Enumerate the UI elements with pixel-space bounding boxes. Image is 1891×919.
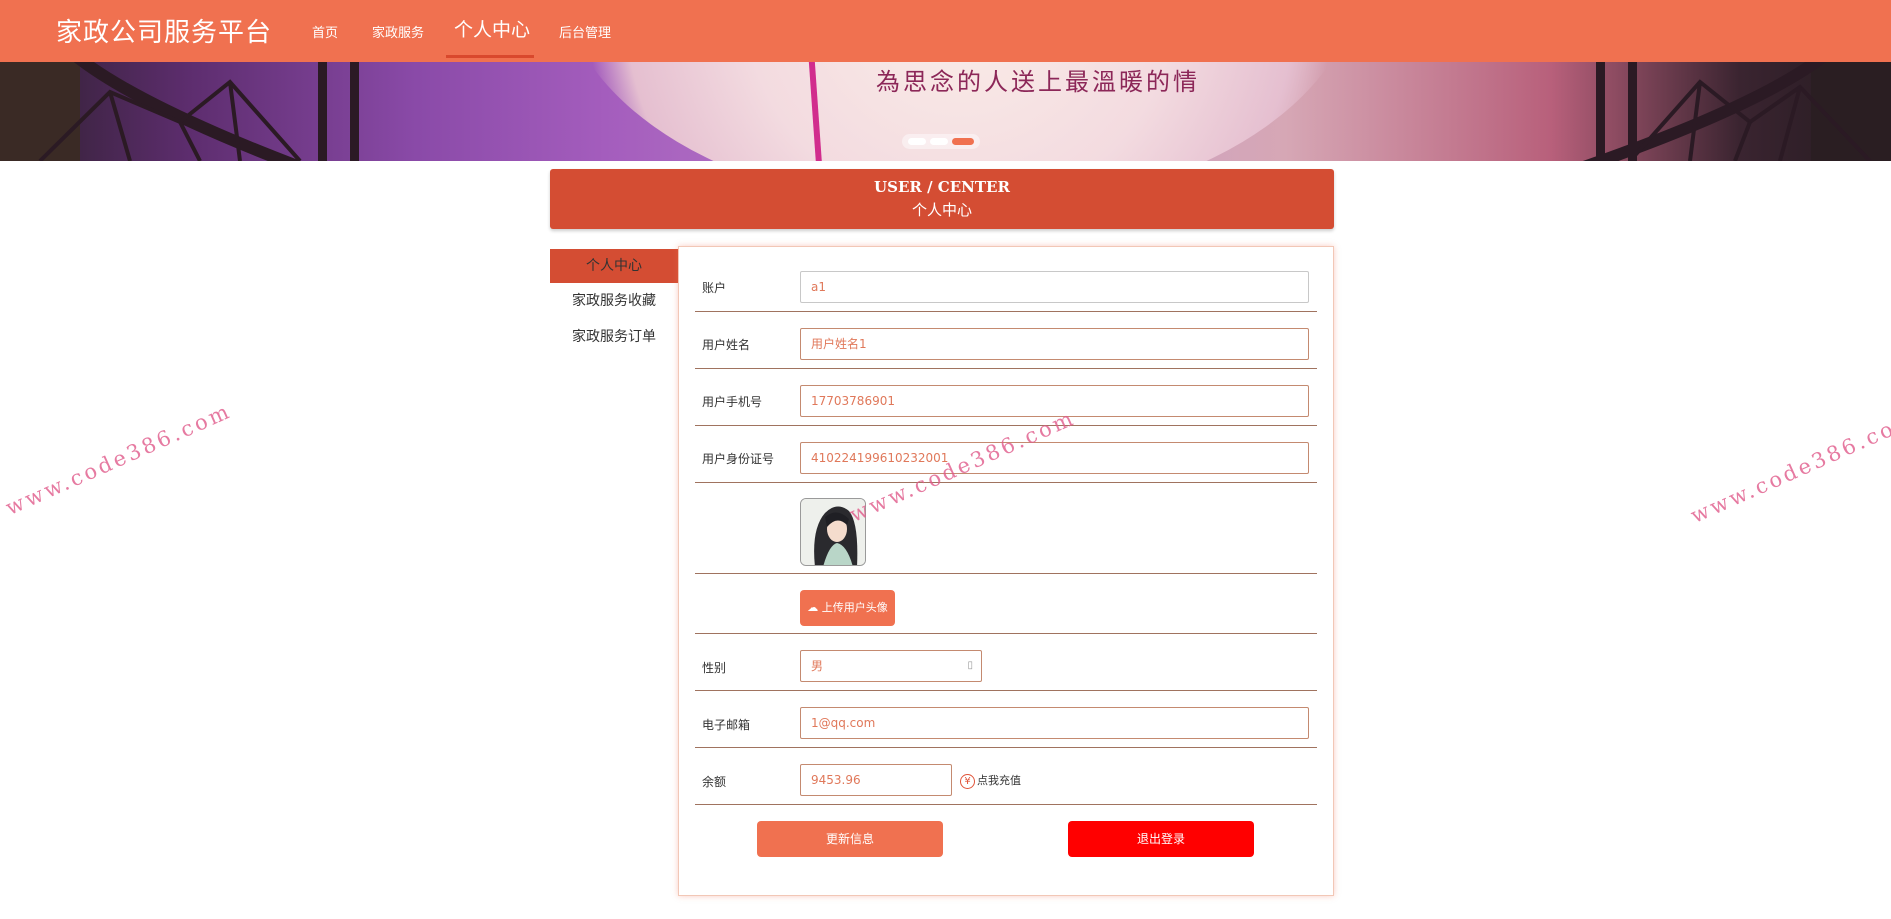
upload-avatar-button[interactable]: ☁ 上传用户头像 xyxy=(800,590,895,626)
row-divider xyxy=(695,311,1317,312)
banner-caption: 為思念的人送上最溫暖的情 xyxy=(876,68,1200,96)
row-divider xyxy=(695,633,1317,634)
top-navbar: 家政公司服务平台 首页 家政服务 个人中心 后台管理 xyxy=(0,0,1891,62)
sidebar-item-orders[interactable]: 家政服务订单 xyxy=(550,320,678,354)
row-divider xyxy=(695,368,1317,369)
row-divider xyxy=(695,425,1317,426)
sidebar-item-user-center[interactable]: 个人中心 xyxy=(550,249,678,283)
carousel-dot-1[interactable] xyxy=(908,138,926,145)
nav-services[interactable]: 家政服务 xyxy=(372,22,424,41)
carousel-dot-3[interactable] xyxy=(952,138,974,145)
row-divider xyxy=(695,690,1317,691)
row-divider xyxy=(695,573,1317,574)
carousel-dot-2[interactable] xyxy=(930,138,948,145)
recharge-link[interactable]: ¥ 点我充值 xyxy=(960,772,1021,789)
banner-window-left xyxy=(0,62,359,161)
banner-carousel: 為思念的人送上最溫暖的情 xyxy=(0,62,1891,161)
row-divider xyxy=(695,804,1317,805)
select-dropdown-icon: ▯ xyxy=(967,660,973,671)
phone-label: 用户手机号 xyxy=(702,395,763,409)
recharge-label: 点我充值 xyxy=(977,774,1021,787)
balance-field[interactable]: 9453.96 xyxy=(800,764,952,796)
balance-label: 余额 xyxy=(702,775,727,789)
nav-active-underline xyxy=(446,55,534,58)
update-info-button[interactable]: 更新信息 xyxy=(757,821,943,857)
account-label: 账户 xyxy=(702,281,727,295)
gender-label: 性别 xyxy=(702,661,727,675)
logout-button[interactable]: 退出登录 xyxy=(1068,821,1254,857)
name-field[interactable]: 用户姓名1 xyxy=(800,328,1309,360)
cloud-upload-icon: ☁ xyxy=(807,601,819,614)
yen-icon: ¥ xyxy=(960,773,975,789)
sidebar-item-favorites[interactable]: 家政服务收藏 xyxy=(550,284,678,318)
email-label: 电子邮箱 xyxy=(702,718,751,732)
nav-user-center[interactable]: 个人中心 xyxy=(454,15,530,42)
brand-title[interactable]: 家政公司服务平台 xyxy=(56,12,272,49)
banner-window-right xyxy=(1582,62,1891,161)
carousel-indicators xyxy=(902,134,980,149)
name-label: 用户姓名 xyxy=(702,338,751,352)
idcard-label: 用户身份证号 xyxy=(702,452,775,466)
row-divider xyxy=(695,482,1317,483)
gender-select[interactable]: 男 ▯ xyxy=(800,650,982,682)
section-title-cn: 个人中心 xyxy=(911,201,972,219)
account-field[interactable]: a1 xyxy=(800,271,1309,303)
nav-admin[interactable]: 后台管理 xyxy=(559,22,611,41)
watermark-text: www.code386.com xyxy=(1687,406,1891,528)
section-title-bar: USER / CENTER 个人中心 xyxy=(550,169,1334,229)
gender-selected-value: 男 xyxy=(811,659,824,673)
upload-avatar-label: 上传用户头像 xyxy=(821,601,888,614)
email-field[interactable]: 1@qq.com xyxy=(800,707,1309,739)
nav-home[interactable]: 首页 xyxy=(312,22,338,41)
watermark-text: www.code386.com xyxy=(2,398,236,520)
idcard-field[interactable]: 410224199610232001 xyxy=(800,442,1309,474)
section-title-en: USER / CENTER xyxy=(874,178,1010,196)
row-divider xyxy=(695,747,1317,748)
